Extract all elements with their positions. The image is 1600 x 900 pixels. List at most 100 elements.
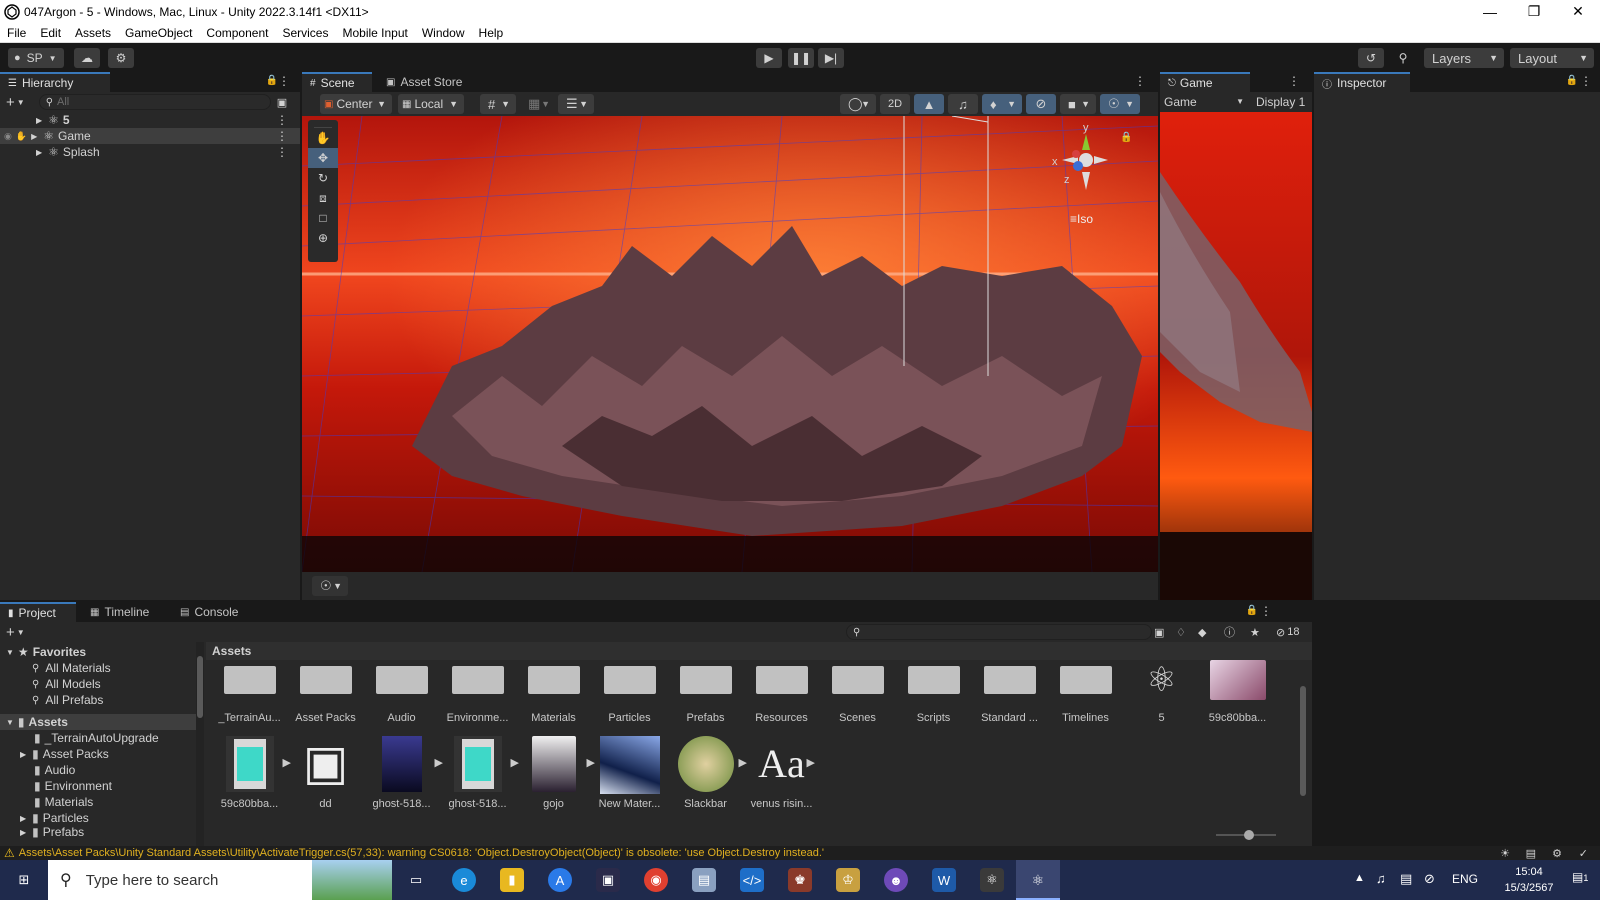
expand-arrow-icon[interactable]: ▶ [31,132,37,141]
lock-icon[interactable]: 🔒 [266,75,278,86]
shading-mode-dropdown[interactable]: ◯ ▼ [840,94,876,114]
game-app-icon[interactable]: ♚ [788,868,812,892]
hierarchy-item-game[interactable]: ◉ ✋ ▶ ⚛ Game ⋮ [0,128,300,144]
history-button[interactable]: ↺ [1358,48,1384,68]
assets-root[interactable]: ▼ ▮ Assets [0,714,196,730]
pivot-local-dropdown[interactable]: ▦ Local ▼ [398,94,464,114]
play-button[interactable]: ▶ [756,48,782,68]
asset-model[interactable]: ▣ dd [288,736,363,820]
expand-arrow-icon[interactable]: ▶ [36,116,42,125]
vscode-icon[interactable]: </> [740,868,764,892]
layers-dropdown[interactable]: Layers ▼ [1424,48,1504,68]
rect-tool-icon[interactable]: □ [308,208,338,228]
favorite-item[interactable]: ⚲ All Prefabs [0,692,196,708]
hierarchy-item-splash[interactable]: ▶ ⚛ Splash ⋮ [0,144,300,160]
more-menu-icon[interactable]: ⋮ [276,129,288,143]
hierarchy-search-input[interactable]: ⚲ All [38,94,271,110]
hierarchy-item-5[interactable]: ▶ ⚛ 5 ⋮ [0,112,300,128]
asset-folder[interactable]: Audio [364,666,439,736]
label-tag-icon[interactable]: ◆ [1198,626,1206,639]
lighting-bake-icon[interactable]: ⚙ [1552,847,1562,860]
asset-font[interactable]: Aa ▶ venus risin... [744,736,819,820]
asset-folder[interactable]: Environme... [440,666,515,736]
tab-project[interactable]: ▮ Project [0,602,76,622]
favorite-item[interactable]: ⚲ All Materials [0,660,196,676]
lock-icon[interactable]: 🔒 [1566,75,1578,86]
cache-server-icon[interactable]: ▤ [1526,847,1536,860]
transform-tool-icon[interactable]: ⊕ [308,228,338,248]
tree-item[interactable]: ▶ ▮ Particles [0,810,196,826]
asset-material[interactable]: New Mater... [592,736,667,820]
more-menu-icon[interactable]: ⋮ [1580,74,1592,88]
notification-center-icon[interactable]: ▤1 [1572,870,1592,890]
project-search-input[interactable]: ⚲ [846,624,1152,640]
pickable-hand-icon[interactable]: ✋ [16,131,27,142]
more-menu-icon[interactable]: ⋮ [1134,74,1146,88]
progress-check-icon[interactable]: ✓ [1579,847,1588,860]
asset-folder[interactable]: _TerrainAu... [212,666,287,736]
icon-size-slider[interactable] [1216,830,1276,840]
collab-button[interactable]: ⚙ [108,48,134,68]
effects-toggle[interactable]: ♦ ▼ [982,94,1022,114]
gizmos-dropdown[interactable]: ☉ ▼ [1100,94,1140,114]
more-menu-icon[interactable]: ⋮ [276,145,288,159]
asset-folder[interactable]: Asset Packs [288,666,363,736]
menu-assets[interactable]: Assets [68,26,118,40]
asset-folder[interactable]: Particles [592,666,667,736]
menu-mobile-input[interactable]: Mobile Input [335,26,414,40]
lighting-toggle[interactable]: ▲ [914,94,944,114]
overlay-compass-dropdown[interactable]: ☉ ▼ [312,576,348,596]
pivot-center-dropdown[interactable]: ▣ Center ▼ [320,94,392,114]
palette-handle[interactable] [314,120,332,128]
asset-texture[interactable]: ▶ gojo [516,736,595,820]
orientation-gizmo[interactable]: y x z 🔒 ≡Iso [1042,120,1142,230]
step-button[interactable]: ▶| [818,48,844,68]
add-icon[interactable]: + [6,624,15,641]
hidden-objects-toggle[interactable]: ⊘ [1026,94,1056,114]
hand-tool-icon[interactable]: ✋ [308,128,338,148]
tree-scrollbar[interactable] [196,642,204,846]
menu-help[interactable]: Help [472,26,511,40]
minimize-icon[interactable]: — [1468,0,1512,23]
asset-folder[interactable]: Resources [744,666,819,736]
taskbar-search-box[interactable]: ⚲ Type here to search [48,860,392,900]
language-indicator[interactable]: ENG [1452,872,1478,886]
pause-button[interactable]: ❚❚ [788,48,814,68]
favorites-header[interactable]: ▼ ★ Favorites [0,644,196,660]
windows-start-icon[interactable]: ⊞ [12,868,36,892]
camera-dropdown[interactable]: ■ ▼ [1060,94,1096,114]
favorite-star-icon[interactable]: ★ [1250,626,1260,639]
log-type-icon[interactable]: ⓘ [1224,624,1235,640]
file-explorer-icon[interactable]: ▮ [500,868,524,892]
tree-item[interactable]: ▮ Environment [0,778,196,794]
grid-scrollbar[interactable] [1298,660,1308,830]
toggle-2d-button[interactable]: 2D [880,94,910,114]
app-store-icon[interactable]: A [548,868,572,892]
game-view[interactable] [1160,112,1312,600]
tree-item[interactable]: ▮ Materials [0,794,196,810]
tab-console[interactable]: ▤ Console [172,602,256,622]
volume-icon[interactable]: ♫ [1376,871,1386,886]
tree-item[interactable]: ▶ ▮ Asset Packs [0,746,196,762]
favorite-item[interactable]: ⚲ All Models [0,676,196,692]
more-menu-icon[interactable]: ⋮ [1288,74,1300,88]
tree-item[interactable]: ▮ Audio [0,762,196,778]
unity-editor-taskbar-item[interactable]: ⚛ [1016,860,1060,900]
wifi-off-icon[interactable]: ⊘ [1424,871,1435,887]
menu-gameobject[interactable]: GameObject [118,26,199,40]
debug-bug-icon[interactable]: ☀ [1500,847,1510,860]
tree-scrollbar-thumb[interactable] [197,656,203,718]
asset-texture[interactable]: ▶ ghost-518... [364,736,443,820]
asset-texture[interactable]: ▶ Slackbar [668,736,747,820]
asset-folder[interactable]: Scenes [820,666,895,736]
audio-toggle[interactable]: ♫ [948,94,978,114]
hidden-packages-toggle[interactable]: ⊘ 18 [1276,626,1299,639]
lock-icon[interactable]: 🔒 [1120,132,1132,143]
edge-browser-icon[interactable]: e [452,868,476,892]
filter-type-icon[interactable]: ♢ [1176,626,1186,639]
more-menu-icon[interactable]: ⋮ [276,113,288,127]
photos-icon[interactable]: ▤ [692,868,716,892]
scene-search-icon[interactable]: ▣ [277,96,287,109]
scale-tool-icon[interactable]: ⧈ [308,188,338,208]
asset-scene[interactable]: ⚛ 5 [1124,660,1199,736]
